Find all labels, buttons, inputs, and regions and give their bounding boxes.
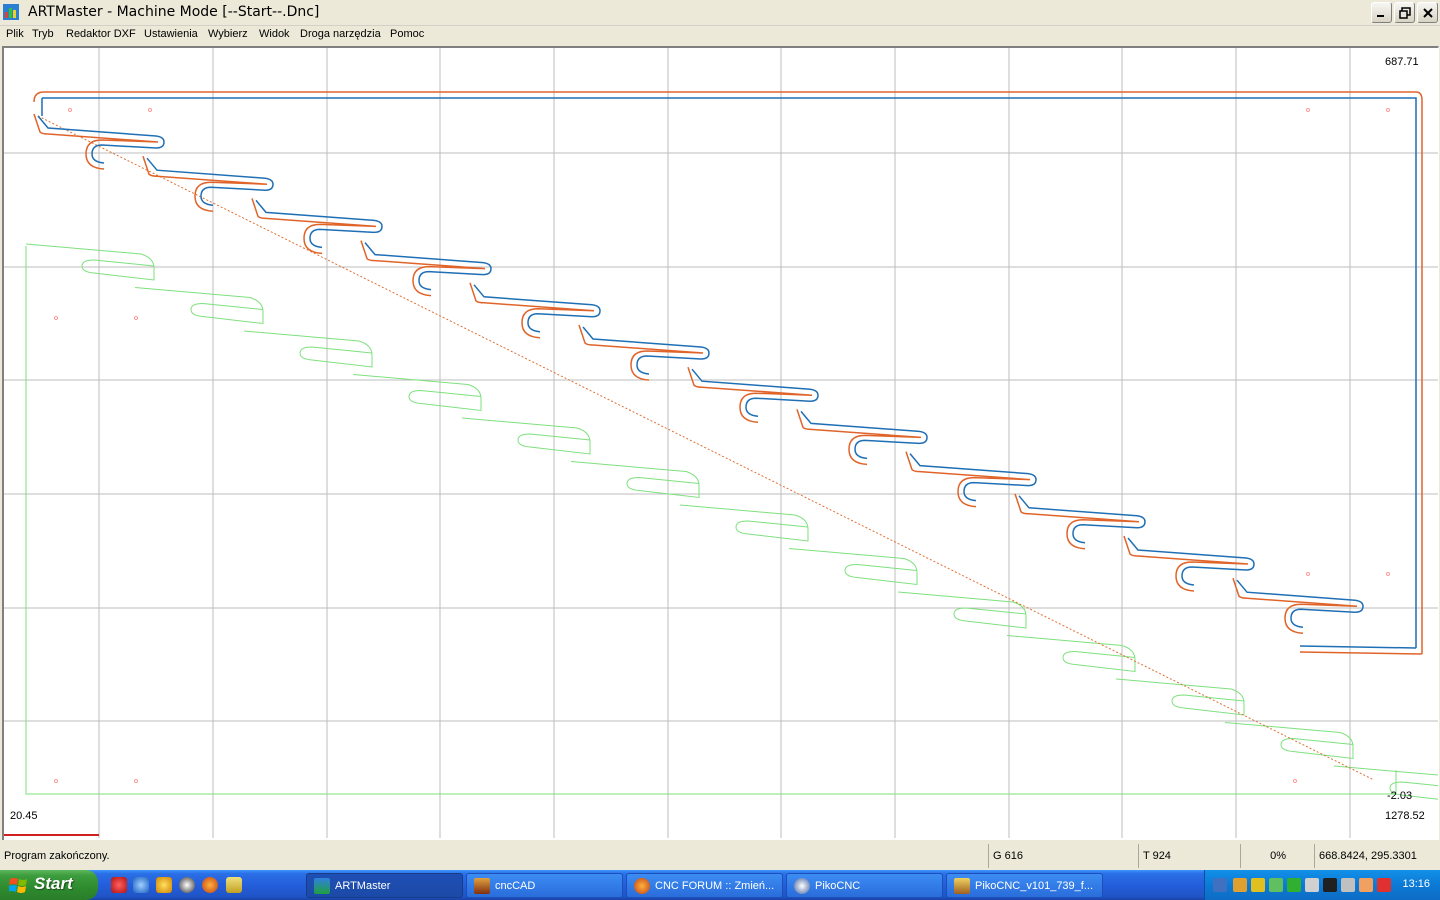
windows-logo-icon	[9, 878, 27, 893]
blue-close-line	[1299, 645, 1417, 649]
status-progress-percent: 0%	[1240, 844, 1314, 868]
task-artmaster[interactable]: ARTMaster	[306, 873, 463, 898]
green-contour	[134, 287, 264, 325]
ie-icon[interactable]	[133, 877, 149, 893]
status-t-count: T 924	[1138, 844, 1240, 868]
bluetooth-icon[interactable]	[1377, 878, 1391, 892]
clock: 13:16	[1402, 878, 1430, 890]
minimize-button[interactable]	[1371, 2, 1392, 23]
app-tray-icon[interactable]	[1233, 878, 1247, 892]
media-player-icon[interactable]	[179, 877, 195, 893]
artmaster-icon	[314, 878, 330, 894]
security-shield-icon[interactable]	[1251, 878, 1265, 892]
point-marker	[1386, 572, 1390, 576]
status-cursor-coordinates: 668.8424, 295.3301	[1314, 844, 1440, 868]
menu-pomoc[interactable]: Pomoc	[390, 28, 424, 40]
point-marker	[54, 316, 58, 320]
point-marker	[54, 779, 58, 783]
signal-icon[interactable]	[1287, 878, 1301, 892]
status-g-count: G 616	[988, 844, 1138, 868]
minimize-icon	[1377, 15, 1384, 17]
rapid-move-line	[37, 115, 1375, 781]
status-bar: Program zakończony. G 616 T 924 0% 668.8…	[0, 842, 1440, 870]
green-contour	[25, 243, 155, 281]
toolpath-view[interactable]	[4, 48, 1438, 840]
original-contours	[25, 243, 1438, 800]
menu-ustawienia[interactable]: Ustawienia	[144, 28, 198, 40]
green-contour	[570, 461, 700, 499]
bottom-left-coordinate: 20.45	[10, 810, 38, 822]
drawing-canvas[interactable]: 687.71 -2.03 20.45 1278.52	[2, 46, 1439, 840]
menu-droga-narzedzia[interactable]: Droga narzędzia	[300, 28, 381, 40]
status-message: Program zakończony.	[4, 850, 110, 862]
picture-icon[interactable]	[226, 877, 242, 893]
rapid-move-path	[37, 115, 1375, 781]
green-contour	[243, 330, 373, 368]
bottom-right-coordinate: 1278.52	[1385, 810, 1425, 822]
green-contour	[461, 417, 591, 455]
task-cnccad[interactable]: cncCAD	[466, 873, 623, 898]
point-marker	[1306, 108, 1310, 112]
network-icon[interactable]	[1213, 878, 1227, 892]
blue-frame	[42, 97, 1417, 648]
green-frame	[25, 246, 1397, 795]
point-marker	[1306, 572, 1310, 576]
menu-bar: Plik Tryb Redaktor DXF Ustawienia Wybier…	[0, 26, 1440, 45]
menu-widok[interactable]: Widok	[259, 28, 290, 40]
grid	[4, 48, 1438, 838]
menu-redaktor-dxf[interactable]: Redaktor DXF	[66, 28, 136, 40]
green-contour	[1006, 635, 1136, 673]
task-pikocnc-archive[interactable]: PikoCNC_v101_739_f...	[946, 873, 1103, 898]
point-marker	[134, 316, 138, 320]
start-button[interactable]: Start	[0, 870, 98, 900]
title-bar: ARTMaster - Machine Mode [--Start--.Dnc]	[0, 0, 1440, 26]
pikocnc-icon	[794, 878, 810, 894]
task-cnc-forum[interactable]: CNC FORUM :: Zmień...	[626, 873, 783, 898]
point-marker	[148, 108, 152, 112]
top-right-coordinate: 687.71	[1385, 56, 1419, 68]
toolpath-contours	[33, 91, 1423, 655]
menu-plik[interactable]: Plik	[6, 28, 24, 40]
point-markers	[54, 108, 1390, 783]
right-low-coordinate: -2.03	[1387, 790, 1413, 802]
restore-icon	[1399, 7, 1411, 19]
menu-wybierz[interactable]: Wybierz	[208, 28, 248, 40]
taskbar: Start ARTMaster cncCAD CNC FORUM :: Zmie…	[0, 870, 1440, 900]
task-pikocnc[interactable]: PikoCNC	[786, 873, 943, 898]
green-contour	[679, 504, 809, 542]
firefox-icon[interactable]	[202, 877, 218, 893]
opera-icon[interactable]	[111, 877, 127, 893]
display-icon[interactable]	[1323, 878, 1337, 892]
cnccad-icon	[474, 878, 490, 894]
winamp-icon[interactable]	[156, 877, 172, 893]
artmaster-app-icon[interactable]	[2, 3, 20, 21]
close-icon	[1423, 8, 1433, 18]
restore-button[interactable]	[1394, 2, 1415, 23]
close-button[interactable]	[1417, 2, 1438, 23]
hardware-icon[interactable]	[1341, 878, 1355, 892]
home-icon[interactable]	[1359, 878, 1373, 892]
window-title: ARTMaster - Machine Mode [--Start--.Dnc]	[28, 4, 320, 20]
green-contour	[1115, 678, 1245, 716]
point-marker	[68, 108, 72, 112]
archive-icon	[954, 878, 970, 894]
volume-icon[interactable]	[1305, 878, 1319, 892]
green-contour	[788, 548, 918, 586]
point-marker	[1386, 108, 1390, 112]
orange-close-line	[1299, 651, 1423, 655]
update-icon[interactable]	[1269, 878, 1283, 892]
firefox-icon	[634, 878, 650, 894]
point-marker	[1293, 779, 1297, 783]
start-label: Start	[34, 874, 73, 893]
green-contour	[1224, 722, 1354, 760]
menu-tryb[interactable]: Tryb	[32, 28, 54, 40]
point-marker	[134, 779, 138, 783]
system-tray: 13:16	[1204, 870, 1440, 900]
